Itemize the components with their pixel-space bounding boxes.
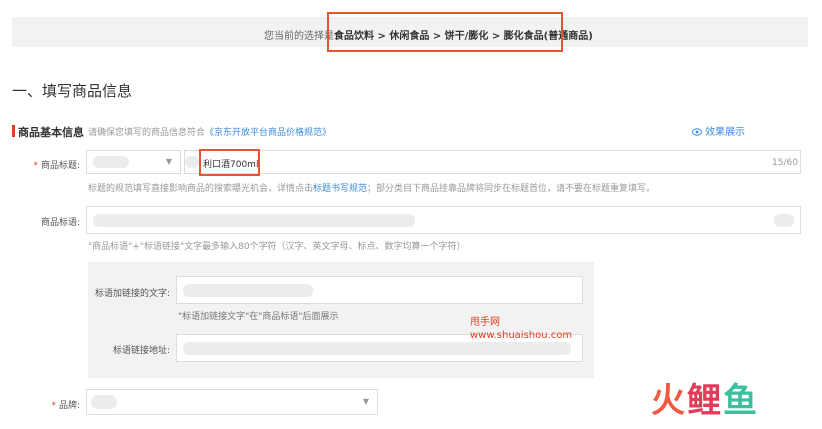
price-policy-link[interactable]: 《京东开放平台商品价格规范》 bbox=[205, 128, 331, 138]
eye-icon bbox=[692, 128, 702, 139]
basic-info-title: 商品基本信息 bbox=[18, 126, 84, 139]
watermark-site-name: 甩手网 bbox=[470, 317, 500, 328]
chevron-down-icon: ▼ bbox=[165, 157, 172, 166]
slogan-link-url-label: 标语链接地址: bbox=[112, 346, 170, 356]
basic-info-tip: 请确保您填写的商品信息符合《京东开放平台商品价格规范》 bbox=[88, 128, 332, 138]
slogan-hint: "商品标语"+"标语链接"文字最多输入80个字符（汉字、英文字母、标点、数字均算… bbox=[88, 242, 466, 252]
product-title-label: * 商品标题: bbox=[33, 161, 80, 171]
product-title-input[interactable] bbox=[184, 150, 801, 174]
breadcrumb-highlight-box bbox=[327, 12, 563, 52]
chevron-down-icon: ▼ bbox=[362, 397, 369, 406]
brand-label: * 品牌: bbox=[51, 401, 80, 411]
watermark-site-url: www.shuaishou.com bbox=[470, 330, 573, 341]
title-hint: 标题的规范填写直接影响商品的搜索曝光机会，详情点击标题书写规范；部分类目下商品挂… bbox=[88, 184, 656, 194]
brand-select[interactable]: ▼ bbox=[86, 389, 378, 415]
title-highlight-box bbox=[199, 149, 260, 176]
slogan-link-text-input[interactable] bbox=[176, 276, 583, 304]
title-char-counter: 15/60 bbox=[772, 158, 798, 168]
section-accent-bar bbox=[12, 125, 15, 137]
slogan-link-text-label: 标语加链接的文字: bbox=[94, 289, 170, 299]
section-title: 一、填写商品信息 bbox=[12, 82, 133, 100]
preview-button[interactable]: 效果展示 bbox=[692, 123, 745, 139]
product-slogan-input[interactable] bbox=[86, 206, 801, 234]
title-prefix-select[interactable]: ▼ bbox=[86, 150, 181, 174]
slogan-link-text-hint: "标语加链接文字"在"商品标语"后面展示 bbox=[178, 312, 339, 322]
product-slogan-label: 商品标语: bbox=[40, 218, 80, 228]
brand-logo-watermark: 火鲤鱼 bbox=[651, 381, 759, 421]
title-rules-link[interactable]: 标题书写规范 bbox=[313, 184, 367, 194]
